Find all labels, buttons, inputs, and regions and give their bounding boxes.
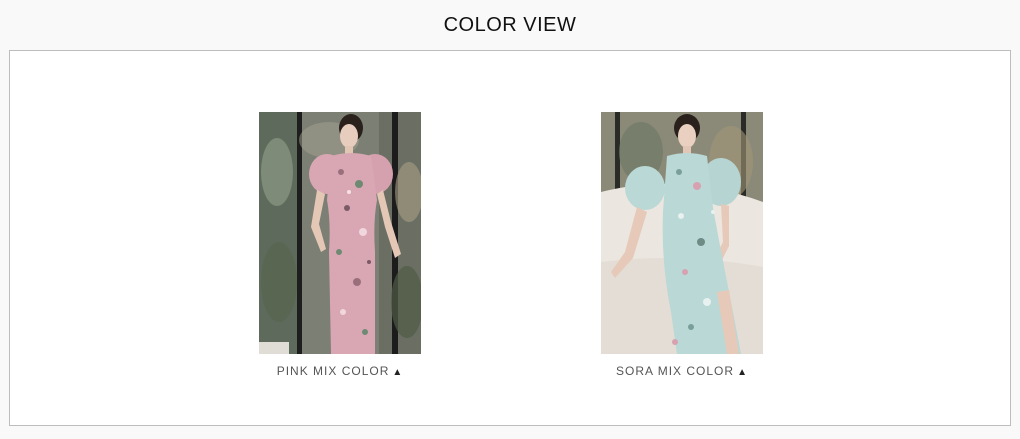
model-pink-dress-photo[interactable] (259, 112, 421, 354)
color-label: SORA MIX COLOR (616, 364, 735, 378)
color-option-sora: SORA MIX COLOR ▲ (601, 112, 763, 378)
color-view-frame: PINK MIX COLOR ▲ SORA MIX COLOR ▲ (9, 50, 1011, 426)
color-label: PINK MIX COLOR (276, 364, 390, 378)
triangle-up-icon: ▲ (392, 367, 404, 378)
color-option-caption[interactable]: PINK MIX COLOR ▲ (259, 364, 421, 378)
section-title: COLOR VIEW (443, 14, 577, 36)
color-option-pink: PINK MIX COLOR ▲ (259, 112, 421, 378)
color-option-caption[interactable]: SORA MIX COLOR ▲ (601, 364, 763, 378)
triangle-up-icon: ▲ (737, 367, 748, 378)
model-sora-dress-photo[interactable] (601, 112, 763, 354)
color-view-page: COLOR VIEW PINK MIX COLOR ▲ SORA MIX COL… (0, 0, 1020, 439)
